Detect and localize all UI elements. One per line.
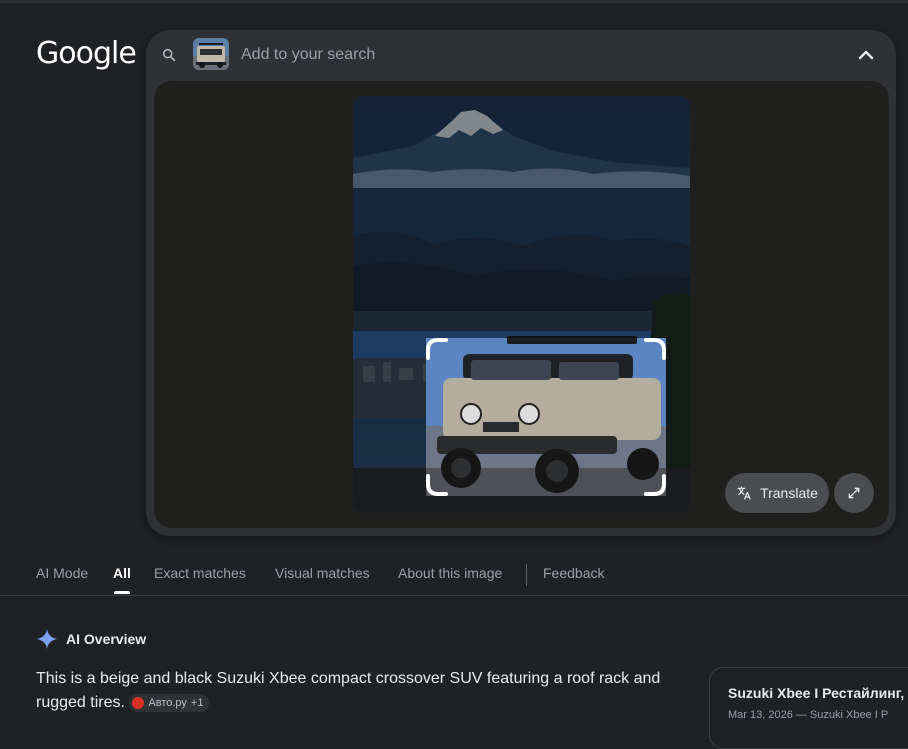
tabs-separator: [526, 564, 527, 586]
search-icon[interactable]: [161, 47, 177, 63]
sparkle-icon: [36, 628, 58, 650]
expand-button[interactable]: [834, 473, 874, 513]
tab-feedback[interactable]: Feedback: [543, 565, 604, 581]
ai-overview-text-block: This is a beige and black Suzuki Xbee co…: [36, 667, 686, 715]
search-panel: Translate: [146, 30, 896, 536]
logo-text: Google: [36, 36, 137, 71]
tab-visual-matches[interactable]: Visual matches: [275, 565, 370, 581]
search-bar: [146, 30, 896, 80]
translate-button[interactable]: Translate: [725, 473, 829, 513]
source-card[interactable]: Suzuki Xbee I Рестайлинг, 2 Mar 13, 2026…: [709, 667, 908, 749]
searched-image: [353, 96, 690, 513]
source-favicon-icon: [132, 696, 145, 709]
tab-all[interactable]: All: [113, 565, 131, 581]
source-more-count: +1: [190, 696, 204, 709]
tab-about-this-image[interactable]: About this image: [398, 565, 502, 581]
source-card-title: Suzuki Xbee I Рестайлинг, 2: [728, 685, 908, 701]
ai-overview-title: AI Overview: [66, 631, 147, 647]
query-image-thumbnail[interactable]: [193, 38, 229, 70]
search-input[interactable]: [241, 42, 801, 68]
chevron-up-icon[interactable]: [854, 44, 878, 66]
google-logo[interactable]: Google: [36, 36, 137, 71]
image-viewer: Translate: [154, 81, 889, 528]
translate-icon: [737, 486, 751, 500]
active-tab-indicator: [114, 591, 130, 594]
source-name: Авто.ру: [148, 696, 187, 709]
source-card-meta: Mar 13, 2026 — Suzuki Xbee I Р: [728, 709, 889, 721]
tab-exact-matches[interactable]: Exact matches: [154, 565, 246, 581]
results-tabs: AI Mode All Exact matches Visual matches…: [0, 555, 908, 595]
translate-label: Translate: [760, 485, 818, 501]
tabs-divider: [0, 595, 908, 596]
ai-overview-header: AI Overview: [36, 628, 146, 650]
source-chip[interactable]: Авто.ру +1: [129, 693, 210, 712]
tab-ai-mode[interactable]: AI Mode: [36, 565, 88, 581]
expand-icon: [848, 487, 860, 499]
top-divider: [0, 0, 908, 3]
